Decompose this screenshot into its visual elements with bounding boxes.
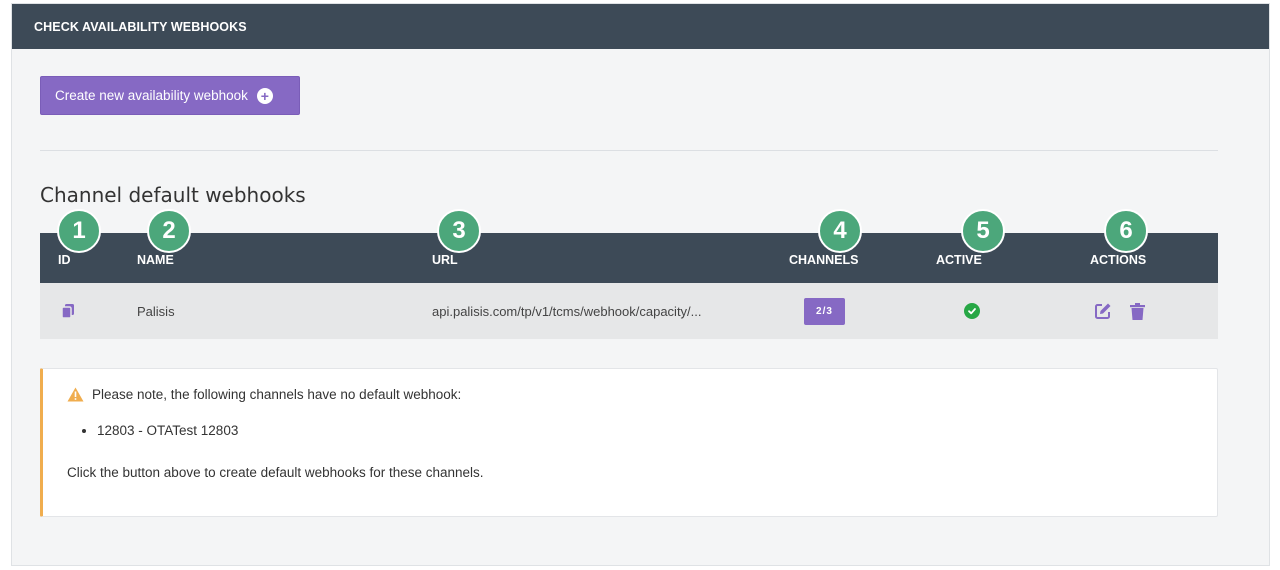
table-header: ID NAME URL CHANNELS ACTIVE ACTIONS bbox=[40, 233, 1218, 283]
notice-message: Please note, the following channels have… bbox=[92, 387, 462, 402]
notice-message-line: Please note, the following channels have… bbox=[67, 387, 461, 402]
callout-badge-6: 6 bbox=[1104, 209, 1148, 253]
callout-badge-1: 1 bbox=[57, 209, 101, 253]
check-circle-icon bbox=[964, 303, 980, 319]
trash-icon[interactable] bbox=[1130, 283, 1145, 339]
row-name: Palisis bbox=[137, 303, 175, 319]
panel-header: CHECK AVAILABILITY WEBHOOKS bbox=[12, 4, 1269, 49]
panel-title: CHECK AVAILABILITY WEBHOOKS bbox=[34, 19, 247, 34]
create-webhook-button[interactable]: Create new availability webhook + bbox=[40, 76, 300, 115]
notice-box: Please note, the following channels have… bbox=[40, 368, 1218, 517]
channels-count: 2/3 bbox=[804, 297, 845, 325]
edit-icon[interactable] bbox=[1094, 283, 1112, 339]
callout-badge-5: 5 bbox=[961, 209, 1005, 253]
callout-badge-3: 3 bbox=[437, 209, 481, 253]
notice-footer: Click the button above to create default… bbox=[67, 465, 484, 480]
notice-channel-list: 12803 - OTATest 12803 bbox=[97, 423, 238, 438]
row-url: api.palisis.com/tp/v1/tcms/webhook/capac… bbox=[432, 303, 702, 319]
plus-circle-icon: + bbox=[256, 87, 273, 104]
callout-badge-4: 4 bbox=[818, 209, 862, 253]
copy-icon[interactable] bbox=[60, 283, 76, 339]
list-item: 12803 - OTATest 12803 bbox=[97, 423, 238, 438]
divider bbox=[40, 150, 1218, 151]
section-title: Channel default webhooks bbox=[40, 183, 306, 207]
warning-icon bbox=[67, 387, 84, 402]
active-status bbox=[964, 283, 980, 339]
callout-badge-2: 2 bbox=[147, 209, 191, 253]
channels-badge[interactable]: 2/3 bbox=[804, 283, 845, 339]
create-webhook-label: Create new availability webhook bbox=[55, 88, 248, 103]
table-row: Palisis api.palisis.com/tp/v1/tcms/webho… bbox=[40, 283, 1218, 339]
